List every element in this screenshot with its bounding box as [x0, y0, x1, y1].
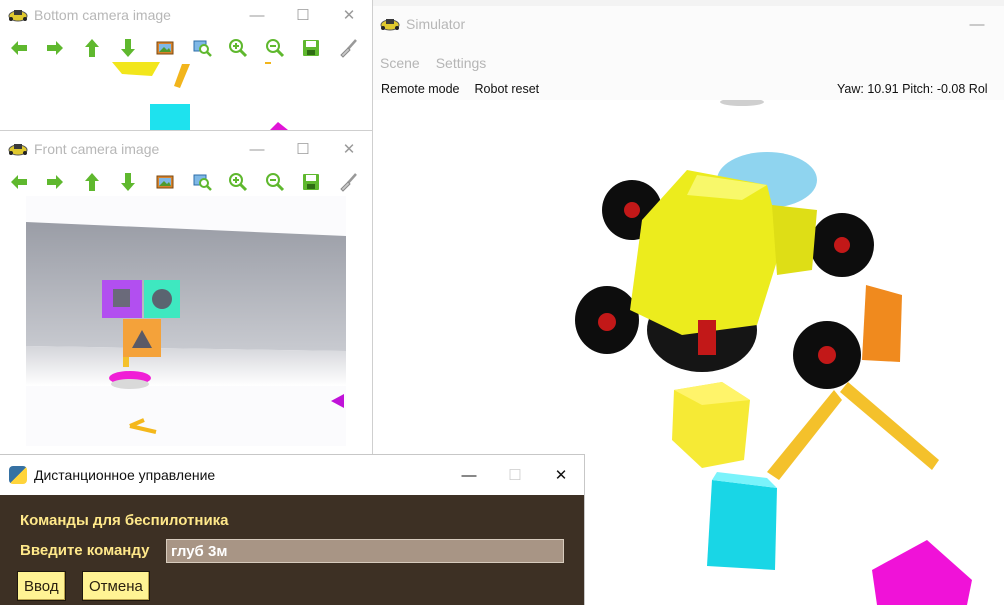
remote-control-body: Команды для беспилотника Введите команду… [0, 495, 584, 605]
maximize-button[interactable]: ☐ [280, 0, 326, 30]
robot-reset-button[interactable]: Robot reset [475, 82, 540, 96]
arrow-left-icon[interactable] [6, 35, 31, 61]
image-icon[interactable] [152, 169, 177, 195]
menu-scene[interactable]: Scene [380, 55, 420, 71]
close-button[interactable]: ✕ [326, 134, 372, 164]
command-prompt-label: Введите команду [20, 542, 150, 559]
simulator-controlbar: Remote mode Robot reset Yaw: 10.91 Pitch… [372, 78, 1004, 101]
robot-app-icon [380, 17, 400, 31]
arrow-left-icon[interactable] [6, 169, 31, 195]
arrow-up-icon[interactable] [79, 169, 104, 195]
arrow-right-icon[interactable] [43, 35, 68, 61]
zoom-in-icon[interactable] [226, 35, 251, 61]
bottom-camera-window: Bottom camera image — ☐ ✕ [0, 0, 373, 131]
arrow-right-icon[interactable] [43, 169, 68, 195]
image-icon[interactable] [152, 35, 177, 61]
front-camera-titlebar[interactable]: Front camera image — ☐ ✕ [0, 134, 372, 164]
front-camera-toolbar [0, 167, 372, 197]
bottom-camera-titlebar[interactable]: Bottom camera image — ☐ ✕ [0, 0, 372, 30]
command-input[interactable] [166, 539, 564, 563]
orientation-readout: Yaw: 10.91 Pitch: -0.08 Rol [837, 82, 988, 96]
bottom-camera-title: Bottom camera image [34, 7, 171, 23]
minimize-button[interactable]: — [234, 134, 280, 164]
maximize-button[interactable]: ☐ [280, 134, 326, 164]
robot-app-icon [8, 8, 28, 22]
cancel-button[interactable]: Отмена [82, 571, 150, 601]
zoom-out-icon[interactable] [262, 169, 287, 195]
python-icon [9, 466, 27, 484]
front-camera-window: Front camera image — ☐ ✕ [0, 131, 373, 457]
commands-heading: Команды для беспилотника [20, 512, 229, 529]
robot-app-icon [8, 142, 28, 156]
zoom-out-icon[interactable] [262, 35, 287, 61]
close-button[interactable]: ✕ [326, 0, 372, 30]
close-button[interactable]: ✕ [538, 460, 584, 490]
menu-settings[interactable]: Settings [436, 55, 487, 71]
robot-model [575, 152, 874, 389]
front-camera-image [26, 196, 346, 446]
arrow-down-icon[interactable] [116, 35, 141, 61]
zoom-fit-icon[interactable] [189, 169, 214, 195]
save-icon[interactable] [299, 169, 324, 195]
arrow-up-icon[interactable] [79, 35, 104, 61]
simulator-menubar: Scene Settings [372, 50, 502, 76]
bottom-camera-image [0, 62, 372, 130]
zoom-in-icon[interactable] [226, 169, 251, 195]
save-icon[interactable] [299, 35, 324, 61]
minimize-button[interactable]: — [446, 460, 492, 490]
minimize-button[interactable]: — [234, 0, 280, 30]
zoom-fit-icon[interactable] [189, 35, 214, 61]
remote-control-title: Дистанционное управление [34, 467, 216, 483]
remote-control-titlebar[interactable]: Дистанционное управление — ☐ ✕ [0, 455, 584, 495]
bottom-camera-toolbar [0, 33, 372, 63]
arrow-down-icon[interactable] [116, 169, 141, 195]
front-camera-title: Front camera image [34, 141, 160, 157]
brush-icon[interactable] [335, 35, 360, 61]
remote-mode-button[interactable]: Remote mode [381, 82, 460, 96]
simulator-title: Simulator [406, 16, 466, 32]
simulator-titlebar[interactable]: Simulator — [372, 9, 1004, 39]
maximize-button[interactable]: ☐ [492, 460, 538, 490]
enter-button[interactable]: Ввод [17, 571, 66, 601]
brush-icon[interactable] [335, 169, 360, 195]
minimize-button[interactable]: — [954, 9, 1000, 39]
remote-control-window: Дистанционное управление — ☐ ✕ Команды д… [0, 455, 584, 605]
